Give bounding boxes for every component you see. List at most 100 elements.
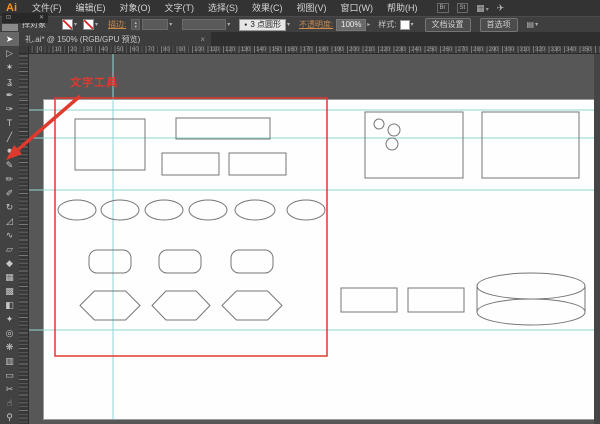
opacity-dropdown-icon[interactable]: ▸ [367, 21, 370, 28]
panel-options-dropdown-icon[interactable]: ▾ [535, 21, 538, 28]
hand-tool[interactable]: ☝ [0, 396, 19, 410]
preferences-button[interactable]: 首选项 [479, 17, 518, 32]
menu-view[interactable]: 视图(V) [290, 0, 334, 16]
tab-close-icon[interactable]: × [200, 35, 205, 44]
lasso-tool[interactable]: ʓ [0, 74, 19, 88]
ruler-label: 130 [240, 47, 251, 53]
eraser-tool[interactable]: ✐ [0, 186, 19, 200]
pen-tool[interactable]: ✒ [0, 88, 19, 102]
column-graph-tool[interactable]: ▥ [0, 354, 19, 368]
line-segment-tool[interactable]: ╱ [0, 130, 19, 144]
menu-effect[interactable]: 效果(C) [245, 0, 290, 16]
menu-edit[interactable]: 编辑(E) [69, 0, 113, 16]
blend-tool[interactable]: ◎ [0, 326, 19, 340]
workspace-glyph: ▦ [476, 2, 485, 13]
ruler-label: 120 [225, 47, 236, 53]
artboard-tool[interactable]: ▭ [0, 368, 19, 382]
eyedropper-tool[interactable]: ✦ [0, 312, 19, 326]
menu-items: 文件(F) 编辑(E) 对象(O) 文字(T) 选择(S) 效果(C) 视图(V) 窗口(W)… [25, 0, 425, 16]
ruler-label: 30 [85, 47, 93, 53]
restore-window-icon[interactable]: ⊡ [6, 13, 11, 23]
ruler-label: 350 [581, 47, 592, 53]
type-tool[interactable]: T [0, 116, 19, 130]
stroke-panel-link[interactable]: 描边: [108, 19, 126, 30]
annotation-label: 文字工具 [70, 77, 118, 89]
scale-tool[interactable]: ◿ [0, 214, 19, 228]
horizontal-ruler[interactable]: 0 10 20 30 40 50 60 70 80 90 100 110 120 130 140 150 160… [29, 46, 600, 54]
ruler-corner [19, 46, 29, 54]
mesh-tool[interactable]: ▩ [0, 284, 19, 298]
window-edge-strip [594, 54, 600, 424]
ruler-label: 160 [287, 47, 298, 53]
style-label: 样式: [378, 20, 397, 29]
menu-help[interactable]: 帮助(H) [380, 0, 425, 16]
menu-object[interactable]: 对象(O) [113, 0, 158, 16]
gradient-tool[interactable]: ◧ [0, 298, 19, 312]
ruler-label: 100 [194, 47, 205, 53]
close-window-icon[interactable]: ✕ [39, 13, 44, 23]
ruler-label: 210 [364, 47, 375, 53]
document-tab[interactable]: 礼.ai* @ 150% (RGB/GPU 预览) × [19, 32, 211, 46]
ruler-label: 330 [550, 47, 561, 53]
stroke-weight-input[interactable] [142, 19, 169, 30]
slice-tool[interactable]: ✂ [0, 382, 19, 396]
opacity-input[interactable]: 100% [336, 18, 367, 31]
fill-none-swatch[interactable] [62, 19, 73, 30]
width-profile-dropdown-icon[interactable]: ▾ [227, 21, 230, 28]
selection-tool[interactable]: ➤ [0, 32, 19, 46]
shape-builder-tool[interactable]: ◆ [0, 256, 19, 270]
menu-select[interactable]: 选择(S) [201, 0, 245, 16]
width-tool[interactable]: ∿ [0, 228, 19, 242]
ruler-label: 20 [70, 47, 77, 53]
chevron-down-icon: ▾ [485, 6, 489, 13]
share-icon[interactable]: ✈ [497, 3, 505, 14]
free-transform-tool[interactable]: ▱ [0, 242, 19, 256]
menu-type[interactable]: 文字(T) [158, 0, 202, 16]
ruler-label: 70 [147, 47, 155, 53]
pencil-tool[interactable]: ✏ [0, 172, 19, 186]
tools-panel: ➤ ▷ ✶ ʓ ✒ ✑ T ╱ ⚫ ✎ ✏ ✐ ↻ ◿ ∿ ▱ ◆ ▦ ▩ ◧ ✦ ◎ ❋ ▥ ▭ ✂ ☝ ⚲ [0, 32, 19, 424]
document-setup-button[interactable]: 文档设置 [424, 17, 471, 32]
magic-wand-tool[interactable]: ✶ [0, 60, 19, 74]
shape-tool[interactable]: ⚫ [0, 144, 19, 158]
symbol-sprayer-tool[interactable]: ❋ [0, 340, 19, 354]
width-profile-dropdown[interactable] [182, 19, 227, 30]
ruler-label: 50 [116, 47, 124, 53]
opacity-panel-link[interactable]: 不透明度: [299, 19, 333, 30]
stroke-dropdown-icon[interactable]: ▾ [95, 21, 98, 28]
style-dropdown-icon[interactable]: ▾ [411, 21, 414, 28]
brush-definition-box[interactable]: ● 3 点圆形 [239, 18, 286, 31]
curvature-tool[interactable]: ✑ [0, 102, 19, 116]
ruler-label: 230 [395, 47, 406, 53]
ruler-label: 310 [519, 47, 530, 53]
perspective-grid-tool[interactable]: ▦ [0, 270, 19, 284]
panel-options-icon[interactable]: ▤ [527, 20, 535, 29]
brush-name: 3 点圆形 [250, 20, 281, 29]
brush-dropdown-icon[interactable]: ▾ [287, 21, 290, 28]
rotate-tool[interactable]: ↻ [0, 200, 19, 214]
artboard[interactable] [43, 99, 595, 420]
ruler-label: 290 [488, 47, 499, 53]
ruler-label: 200 [349, 47, 360, 53]
menu-window[interactable]: 窗口(W) [334, 0, 381, 16]
vertical-ruler[interactable] [19, 54, 29, 424]
stroke-none-swatch[interactable] [83, 19, 95, 30]
ruler-label: 220 [380, 47, 391, 53]
style-swatch[interactable] [399, 19, 410, 30]
direct-selection-tool[interactable]: ▷ [0, 46, 19, 60]
workspace-switcher-icon[interactable]: ▦▾ [476, 3, 489, 14]
ruler-label: 250 [426, 47, 437, 53]
zoom-tool[interactable]: ⚲ [0, 410, 19, 424]
pasteboard[interactable] [29, 54, 600, 424]
stroke-weight-dropdown-icon[interactable]: ▾ [169, 21, 172, 28]
fill-dropdown-icon[interactable]: ▾ [74, 21, 77, 28]
document-window-controls: ⊡ ✕ [2, 13, 48, 23]
paintbrush-tool[interactable]: ✎ [0, 158, 19, 172]
ruler-label: 260 [442, 47, 453, 53]
ruler-label: 340 [566, 47, 577, 53]
stroke-weight-stepper[interactable]: ▲ ▼ [131, 19, 141, 30]
control-bar: ⊡ ✕ 择对象 ▾ ▾ 描边: ▲ ▼ ▾ ▾ ● 3 点圆形 ▾ 不透明度: … [0, 13, 600, 32]
menu-bar-icons: Br St ▦▾ ✈ [436, 3, 505, 14]
stock-icon[interactable]: St [456, 3, 469, 13]
bridge-icon[interactable]: Br [436, 3, 449, 13]
